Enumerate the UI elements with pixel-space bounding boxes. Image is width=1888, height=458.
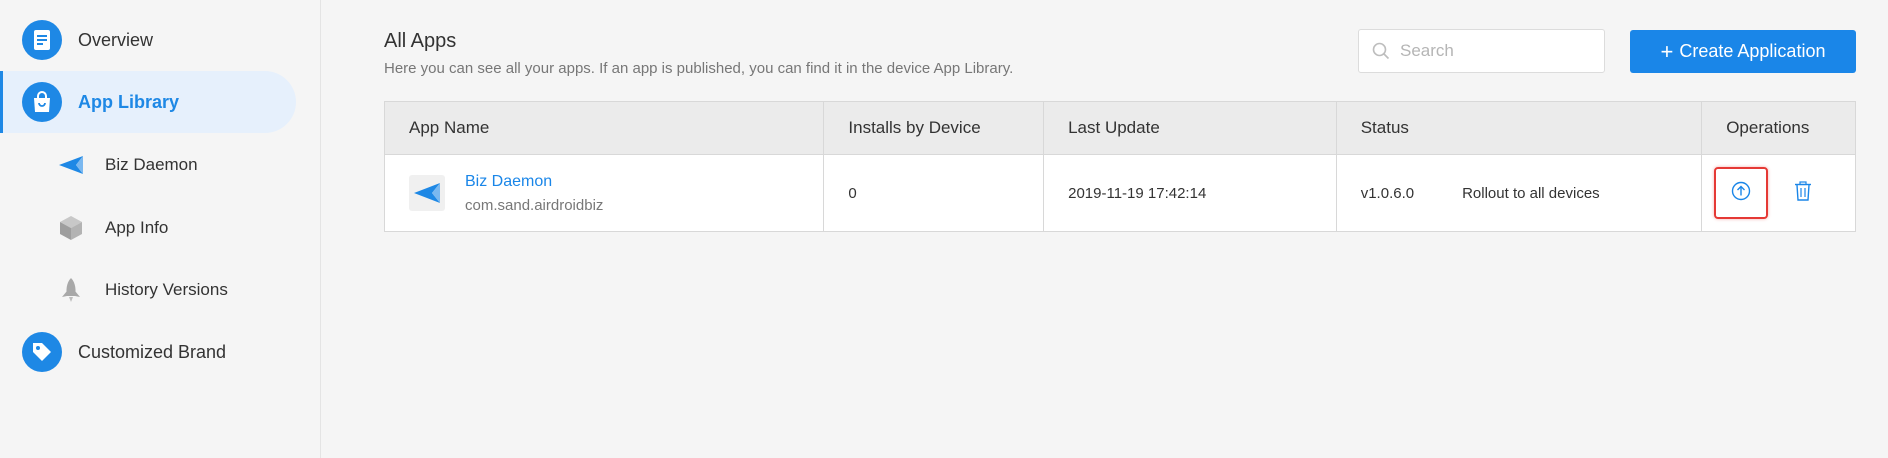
table-row: Biz Daemon com.sand.airdroidbiz 0 2019-1… [385,155,1855,231]
sidebar-item-label: History Versions [105,280,228,299]
tag-icon [22,332,62,372]
installs-cell: 0 [824,155,1045,231]
sidebar-item-app-library[interactable]: App Library [0,71,296,133]
version-text: v1.0.6.0 [1360,184,1415,202]
app-name-link[interactable]: Biz Daemon [465,173,603,191]
shopping-bag-icon [22,82,62,122]
sidebar-item-customized-brand[interactable]: Customized Brand [0,321,226,383]
column-header-status[interactable]: Status [1337,102,1703,154]
status-cell: v1.0.6.0 Rollout to all devices [1337,155,1703,231]
status-text: Rollout to all devices [1462,184,1600,202]
app-text: Biz Daemon com.sand.airdroidbiz [465,173,603,214]
app-package-name: com.sand.airdroidbiz [465,196,604,214]
page-title: All Apps [384,30,457,52]
upload-button[interactable] [1731,181,1751,205]
plus-icon: + [1660,38,1674,64]
search-field[interactable] [1358,29,1605,73]
sidebar-item-label: Overview [78,29,154,50]
last-update-cell: 2019-11-19 17:42:14 [1044,155,1337,231]
app-root: Overview App Library Biz Daemon App Info… [0,0,1888,458]
sidebar-item-history-versions[interactable]: History Versions [0,259,228,321]
upload-button-highlight [1714,167,1769,219]
delete-button[interactable] [1794,181,1812,205]
sidebar-item-overview[interactable]: Overview [0,9,153,71]
operations-cell [1702,155,1855,231]
sidebar-item-label: Biz Daemon [105,155,198,174]
trash-icon [1794,181,1812,205]
sidebar-item-app-info[interactable]: App Info [0,197,168,259]
page-description: Here you can see all your apps. If an ap… [384,60,1014,77]
column-header-installs[interactable]: Installs by Device [824,102,1045,154]
apps-table: App Name Installs by Device Last Update … [384,101,1856,232]
column-header-app-name[interactable]: App Name [385,102,825,154]
search-icon [1372,42,1390,60]
document-icon [22,20,62,60]
biz-daemon-app-icon [57,151,85,179]
app-name-cell: Biz Daemon com.sand.airdroidbiz [385,155,825,231]
table-header: App Name Installs by Device Last Update … [385,102,1855,155]
sidebar-item-label: App Info [105,218,169,237]
sidebar-item-label: App Library [78,91,180,112]
sidebar: Overview App Library Biz Daemon App Info… [0,0,321,458]
sidebar-item-label: Customized Brand [78,341,227,362]
upload-icon [1731,181,1751,205]
column-header-last-update[interactable]: Last Update [1044,102,1337,154]
sidebar-item-biz-daemon[interactable]: Biz Daemon [0,134,198,196]
search-input[interactable] [1400,41,1580,61]
create-application-button[interactable]: + Create Application [1630,30,1856,73]
biz-daemon-app-icon [409,175,445,211]
cube-icon [57,214,85,242]
column-header-operations: Operations [1726,118,1810,137]
create-application-label: Create Application [1679,41,1826,61]
rocket-icon [57,276,85,304]
